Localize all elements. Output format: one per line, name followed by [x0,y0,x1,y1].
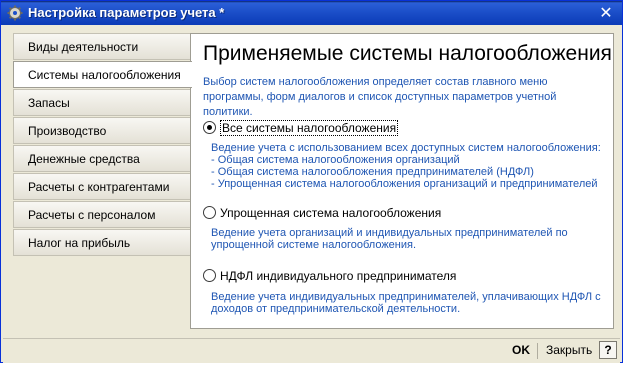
toolbar-separator [537,343,538,359]
tab-label: Налог на прибыль [28,236,131,250]
tab-cash[interactable]: Денежные средства [13,145,191,172]
radio-label[interactable]: Упрощенная система налогообложения [220,206,441,220]
tab-label: Виды деятельности [28,40,139,54]
bottom-toolbar: OK Закрыть ? [3,338,620,363]
tab-label: Системы налогообложения [28,68,181,82]
radio-button[interactable] [203,121,216,134]
tab-label: Расчеты с контрагентами [28,180,170,194]
radio-all-systems[interactable]: Все системы налогообложения [203,120,399,137]
tax-systems-panel: Применяемые системы налогообложения Выбо… [190,33,614,329]
tab-inventory[interactable]: Запасы [13,89,191,116]
close-icon[interactable]: ✕ [597,4,615,22]
description-line: Ведение учета с использованием всех дост… [211,142,601,154]
settings-window: Настройка параметров учета * ✕ Виды деят… [0,0,623,363]
tab-label: Денежные средства [28,152,140,166]
radio-label[interactable]: Все системы налогообложения [220,120,399,136]
description-line: - Упрощенная система налогообложения орг… [211,178,598,190]
radio-simplified-system[interactable]: Упрощенная система налогообложения [203,206,441,222]
tab-list: Виды деятельности Системы налогообложени… [13,33,192,257]
option-description: Ведение учета с использованием всех дост… [211,142,611,190]
dialog-content: Виды деятельности Системы налогообложени… [3,25,620,338]
title-bar[interactable]: Настройка параметров учета * ✕ [1,1,622,25]
tab-profit-tax[interactable]: Налог на прибыль [13,229,191,256]
panel-description: Выбор систем налогообложения определяет … [203,76,557,118]
tab-label: Производство [28,124,107,138]
description-line: Ведение учета организаций и индивидуальн… [211,227,568,239]
tab-personnel[interactable]: Расчеты с персоналом [13,201,191,228]
description-line: упрощенной системе налогообложения. [211,239,417,251]
radio-button[interactable] [203,269,216,282]
description-line: Ведение учета индивидуальных предпринима… [211,291,601,303]
option-description: Ведение учета организаций и индивидуальн… [211,227,611,251]
radio-label[interactable]: НДФЛ индивидуального предпринимателя [220,269,456,283]
ok-button[interactable]: OK [512,343,530,357]
description-line: доходов от предпринимательской деятельно… [211,303,461,315]
tab-production[interactable]: Производство [13,117,191,144]
tab-label: Запасы [28,96,70,110]
tab-tax-systems[interactable]: Системы налогообложения [13,61,192,88]
radio-ndfl-entrepreneur[interactable]: НДФЛ индивидуального предпринимателя [203,269,456,285]
help-button[interactable]: ? [599,341,617,359]
gear-icon [7,5,23,21]
tab-label: Расчеты с персоналом [28,208,156,222]
description-line: - Общая система налогообложения предприн… [211,166,534,178]
panel-title: Применяемые системы налогообложения [203,42,612,65]
description-line: - Общая система налогообложения организа… [211,154,460,166]
tab-counterparties[interactable]: Расчеты с контрагентами [13,173,191,200]
option-description: Ведение учета индивидуальных предпринима… [211,291,611,315]
window-title: Настройка параметров учета * [28,5,225,20]
radio-button[interactable] [203,206,216,219]
tab-activity-types[interactable]: Виды деятельности [13,33,191,60]
close-button[interactable]: Закрыть [546,343,592,357]
